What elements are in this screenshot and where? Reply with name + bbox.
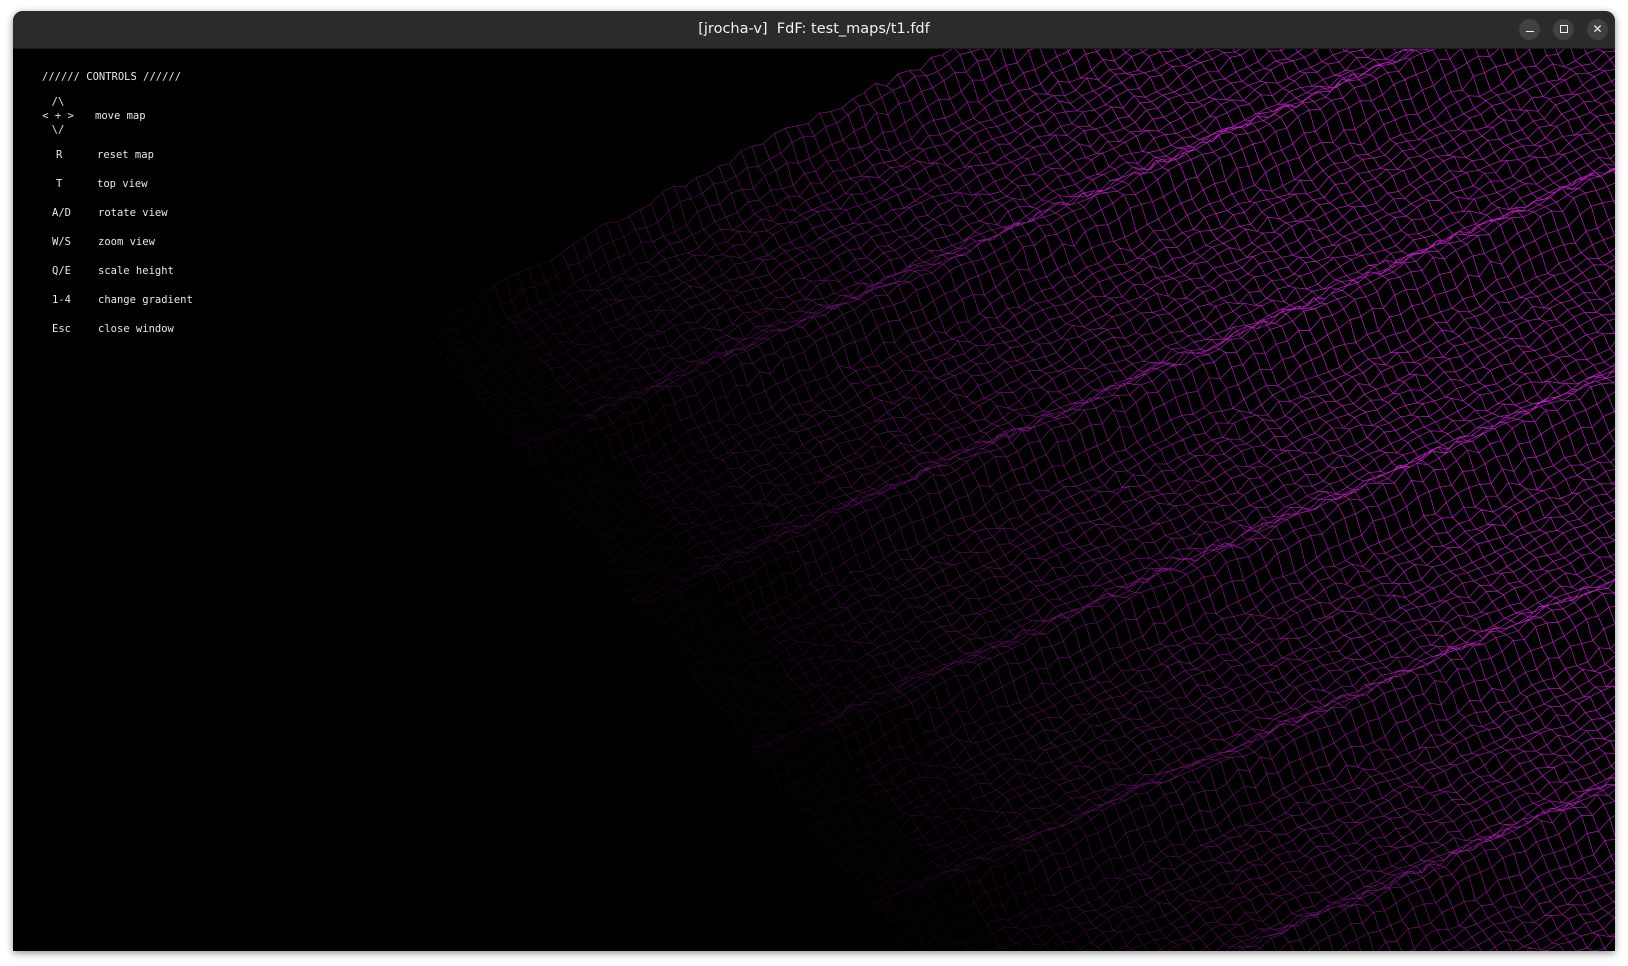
control-label-gradient: change gradient [98,294,193,306]
fdf-window: [jrocha-v] FdF: test_maps/t1.fdf ✕ /////… [13,11,1615,951]
control-key-gradient: 1-4 [52,294,71,306]
title-bar[interactable]: [jrocha-v] FdF: test_maps/t1.fdf ✕ [13,11,1615,49]
control-key-rotate: A/D [52,207,71,219]
minimize-button[interactable] [1519,19,1540,40]
mesh-line-group [550,221,1190,951]
maximize-button[interactable] [1553,19,1574,40]
mesh-line-group [427,294,1006,951]
control-label-move: move map [95,110,146,122]
maximize-icon [1559,24,1568,33]
mesh-line-group [752,113,1478,951]
window-title: [jrocha-v] FdF: test_maps/t1.fdf [698,21,930,37]
control-label-scale: scale height [98,265,174,277]
mesh-line-group [684,146,1387,951]
control-label-top: top view [97,178,148,190]
control-key-zoom: W/S [52,236,71,248]
control-key-top: T [56,178,63,190]
minimize-icon [1525,30,1534,33]
close-icon: ✕ [1592,22,1603,36]
control-key-scale: Q/E [52,265,71,277]
arrow-keys-icon: /\ < + > \/ [41,95,75,137]
controls-heading: ////// CONTROLS ////// [42,71,182,83]
render-canvas[interactable]: ////// CONTROLS ////// /\ < + > \/ move … [13,49,1615,951]
close-button[interactable]: ✕ [1587,19,1608,40]
control-label-close: close window [98,323,174,335]
mesh-line-group [1056,49,1615,767]
control-label-rotate: rotate view [98,207,168,219]
arrow-middle: < + > [42,110,74,122]
arrow-up: /\ [51,96,65,108]
wireframe-terrain [427,49,1615,951]
control-label-zoom: zoom view [98,236,155,248]
arrow-down: \/ [51,124,65,136]
control-label-reset: reset map [97,149,154,161]
mesh-lines [427,49,1615,951]
control-key-reset: R [56,149,63,161]
control-key-close: Esc [52,323,71,335]
mesh-line-group [886,49,1615,951]
